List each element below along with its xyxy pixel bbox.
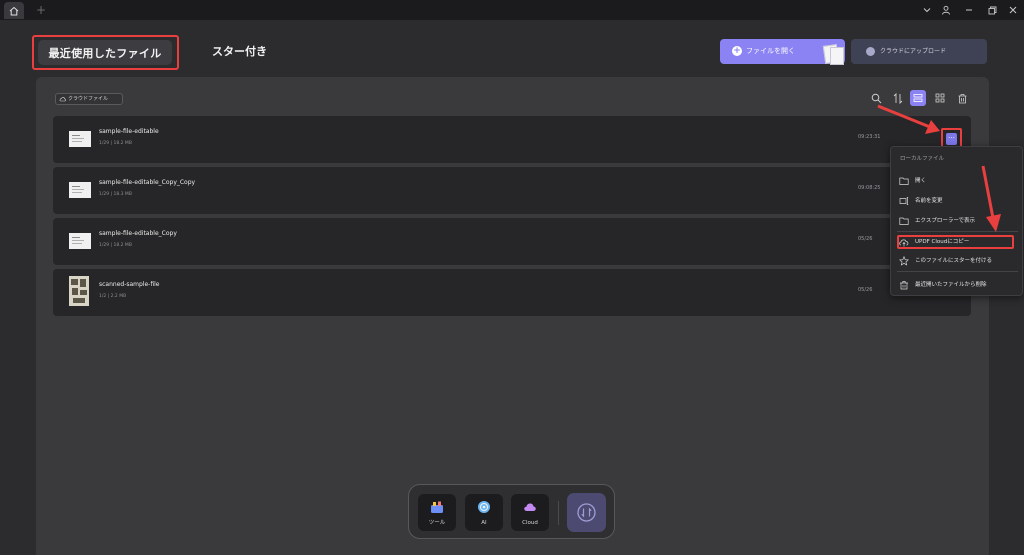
tools-label: ツール <box>428 520 446 526</box>
cloud-files-filter[interactable]: クラウドファイル <box>55 93 123 105</box>
folder-icon <box>899 217 909 225</box>
close-icon[interactable] <box>1006 3 1020 17</box>
dock-divider <box>558 501 559 525</box>
file-thumbnail <box>69 233 91 249</box>
ai-icon <box>478 501 490 513</box>
file-row[interactable]: scanned-sample-file 1/2 | 2.2 MB 05/26 <box>53 269 971 316</box>
file-name: scanned-sample-file <box>99 281 160 288</box>
open-file-label: ファイルを開く <box>746 47 795 55</box>
menu-header: ローカルファイル <box>900 156 945 162</box>
file-name: sample-file-editable_Copy_Copy <box>99 179 196 186</box>
restore-icon[interactable] <box>985 3 999 17</box>
file-time: 09:08:25 <box>858 185 881 191</box>
bottom-dock: ツール AI Cloud <box>408 484 615 539</box>
star-icon <box>899 256 909 266</box>
home-tab[interactable] <box>4 2 24 19</box>
more-options-icon[interactable]: ··· <box>946 133 957 145</box>
document-icon-2 <box>830 47 844 65</box>
file-row[interactable]: sample-file-editable_Copy_Copy 1/29 | 18… <box>53 167 971 214</box>
upload-cloud-button[interactable]: クラウドにアップロード <box>851 39 987 64</box>
file-thumbnail <box>69 131 91 147</box>
upload-icon <box>866 47 875 56</box>
file-name: sample-file-editable_Copy <box>99 230 177 237</box>
swap-button[interactable] <box>567 493 606 532</box>
swap-icon <box>577 503 596 522</box>
menu-item-show-in-explorer[interactable]: エクスプローラーで表示 <box>891 213 1022 229</box>
minimize-icon[interactable] <box>962 3 976 17</box>
grid-view-icon[interactable] <box>933 91 947 105</box>
menu-divider <box>897 231 1018 232</box>
cloud-icon <box>524 503 536 511</box>
menu-divider <box>897 271 1018 272</box>
sort-icon[interactable] <box>891 91 905 105</box>
file-meta: 1/29 | 18.2 MB <box>99 243 132 248</box>
title-bar: + <box>0 0 1024 20</box>
file-meta: 1/29 | 18.3 MB <box>99 192 132 197</box>
menu-item-open[interactable]: 開く <box>891 173 1022 189</box>
file-row[interactable]: sample-file-editable 1/29 | 18.2 MB 09:2… <box>53 116 971 163</box>
delete-icon[interactable] <box>955 91 969 105</box>
plus-icon: + <box>732 46 742 56</box>
menu-item-rename[interactable]: 名前を変更 <box>891 193 1022 209</box>
file-row[interactable]: sample-file-editable_Copy 1/29 | 18.2 MB… <box>53 218 971 265</box>
tab-recent-files[interactable]: 最近使用したファイル <box>38 40 172 65</box>
upload-cloud-label: クラウドにアップロード <box>880 48 947 55</box>
rename-icon <box>899 197 909 205</box>
toolbox-icon <box>431 501 443 513</box>
search-icon[interactable] <box>869 91 883 105</box>
menu-item-remove-recent[interactable]: 最近開いたファイルから削除 <box>891 277 1022 293</box>
folder-icon <box>899 177 909 185</box>
open-file-button[interactable]: + ファイルを開く <box>720 39 845 65</box>
file-time: 05/26 <box>858 236 873 242</box>
menu-item-label: 開く <box>915 178 927 184</box>
file-thumbnail-scanned <box>69 276 89 306</box>
ai-button[interactable]: AI <box>465 494 503 531</box>
file-meta: 1/2 | 2.2 MB <box>99 294 127 299</box>
home-icon <box>9 6 19 15</box>
file-time: 05/26 <box>858 287 873 293</box>
menu-item-label: エクスプローラーで表示 <box>915 218 976 224</box>
tab-starred[interactable]: スター付き <box>212 42 267 62</box>
menu-item-label: 最近開いたファイルから削除 <box>915 282 987 288</box>
remove-icon <box>900 281 908 290</box>
tab-recent-highlight: 最近使用したファイル <box>32 35 179 70</box>
list-view-icon[interactable] <box>910 90 926 106</box>
menu-item-star[interactable]: このファイルにスターを付ける <box>891 253 1022 269</box>
copy-to-cloud-highlight <box>897 235 1014 249</box>
menu-item-label: 名前を変更 <box>915 198 943 204</box>
context-menu: ローカルファイル 開く 名前を変更 エクスプローラーで表示 UPDF Cloud… <box>890 146 1023 296</box>
cloud-label: Cloud <box>522 520 538 526</box>
new-tab-plus-icon[interactable]: + <box>34 2 48 18</box>
user-icon[interactable] <box>939 3 953 17</box>
cloud-files-label: クラウドファイル <box>68 96 109 102</box>
ai-label: AI <box>481 520 487 526</box>
file-time: 09:23:31 <box>858 134 881 140</box>
file-name: sample-file-editable <box>99 128 159 135</box>
chevron-down-icon[interactable] <box>920 3 934 17</box>
file-meta: 1/29 | 18.2 MB <box>99 141 132 146</box>
file-thumbnail <box>69 182 91 198</box>
cloud-button[interactable]: Cloud <box>511 494 549 531</box>
tools-button[interactable]: ツール <box>418 494 456 531</box>
menu-item-label: このファイルにスターを付ける <box>915 258 993 264</box>
cloud-icon <box>59 97 66 102</box>
